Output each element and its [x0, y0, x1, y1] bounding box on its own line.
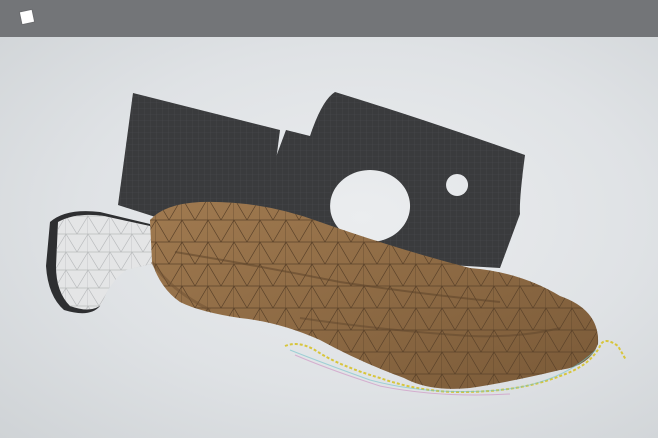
app-square-icon[interactable]: [19, 9, 35, 25]
white-mesh-handle[interactable]: [46, 211, 160, 314]
3d-viewport[interactable]: [0, 37, 658, 438]
top-toolbar: [0, 0, 658, 37]
brown-mesh-hand[interactable]: [150, 201, 599, 389]
